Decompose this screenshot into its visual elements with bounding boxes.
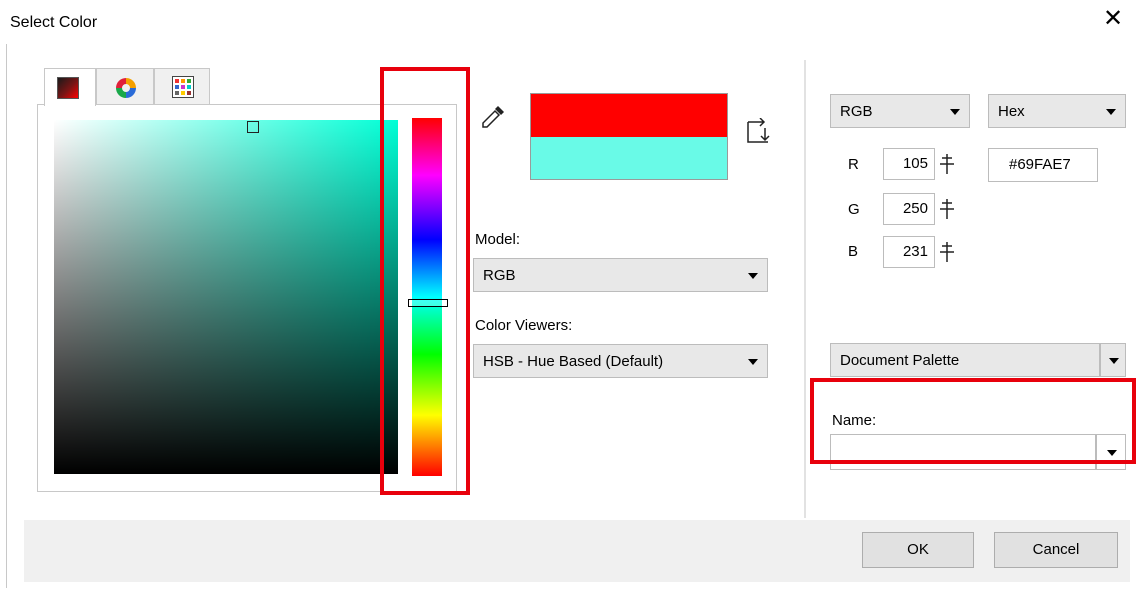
color-viewers-label: Color Viewers: (475, 317, 573, 334)
channel-g-label: G (848, 201, 860, 218)
color-mode-value: RGB (840, 103, 873, 120)
channel-r-label: R (848, 156, 859, 173)
channel-b-stepper[interactable] (936, 236, 958, 268)
reference-color-swatch[interactable] (530, 137, 728, 180)
chevron-down-icon (1109, 358, 1119, 364)
channel-b-label: B (848, 243, 859, 260)
section-divider (804, 60, 806, 518)
value-format-value: Hex (998, 103, 1025, 120)
channel-g-input[interactable]: 250 (883, 193, 935, 225)
chevron-down-icon (748, 273, 758, 279)
sv-marker[interactable] (247, 121, 259, 133)
saturation-brightness-area[interactable] (54, 120, 398, 474)
window-edge (6, 44, 7, 588)
chevron-down-icon (748, 359, 758, 365)
value-format-dropdown[interactable]: Hex (988, 94, 1126, 128)
chevron-down-icon (950, 109, 960, 115)
model-label: Model: (475, 231, 521, 248)
chevron-down-icon (1106, 109, 1116, 115)
dialog-title: Select Color (10, 14, 98, 31)
swap-colors-icon[interactable] (744, 118, 772, 148)
palette-dropdown[interactable]: Document Palette (830, 343, 1100, 377)
name-field-highlight-box (810, 378, 1136, 464)
channel-r-input[interactable]: 105 (883, 148, 935, 180)
palette-dropdown-arrow[interactable] (1100, 343, 1126, 377)
channel-r-stepper[interactable] (936, 148, 958, 180)
palette-value: Document Palette (840, 352, 960, 369)
tab-color-square[interactable] (44, 68, 96, 106)
channel-b-input[interactable]: 231 (883, 236, 935, 268)
cancel-button[interactable]: Cancel (994, 532, 1118, 568)
model-value: RGB (483, 267, 516, 284)
color-viewers-dropdown[interactable]: HSB - Hue Based (Default) (473, 344, 768, 378)
eyedropper-icon[interactable] (480, 104, 506, 130)
model-dropdown[interactable]: RGB (473, 258, 768, 292)
color-mode-dropdown[interactable]: RGB (830, 94, 970, 128)
hex-input[interactable]: #69FAE7 (988, 148, 1098, 182)
new-color-swatch (530, 93, 728, 137)
color-viewers-value: HSB - Hue Based (Default) (483, 353, 664, 370)
ok-button[interactable]: OK (862, 532, 974, 568)
palette-grid-icon (172, 76, 194, 98)
color-square-icon (57, 77, 79, 99)
close-icon[interactable]: ✕ (1100, 6, 1126, 32)
hue-slider-highlight-box (380, 67, 470, 495)
tab-color-wheel[interactable] (96, 68, 154, 104)
color-wheel-icon (116, 78, 136, 98)
channel-g-stepper[interactable] (936, 193, 958, 225)
tab-palette-grid[interactable] (154, 68, 210, 104)
